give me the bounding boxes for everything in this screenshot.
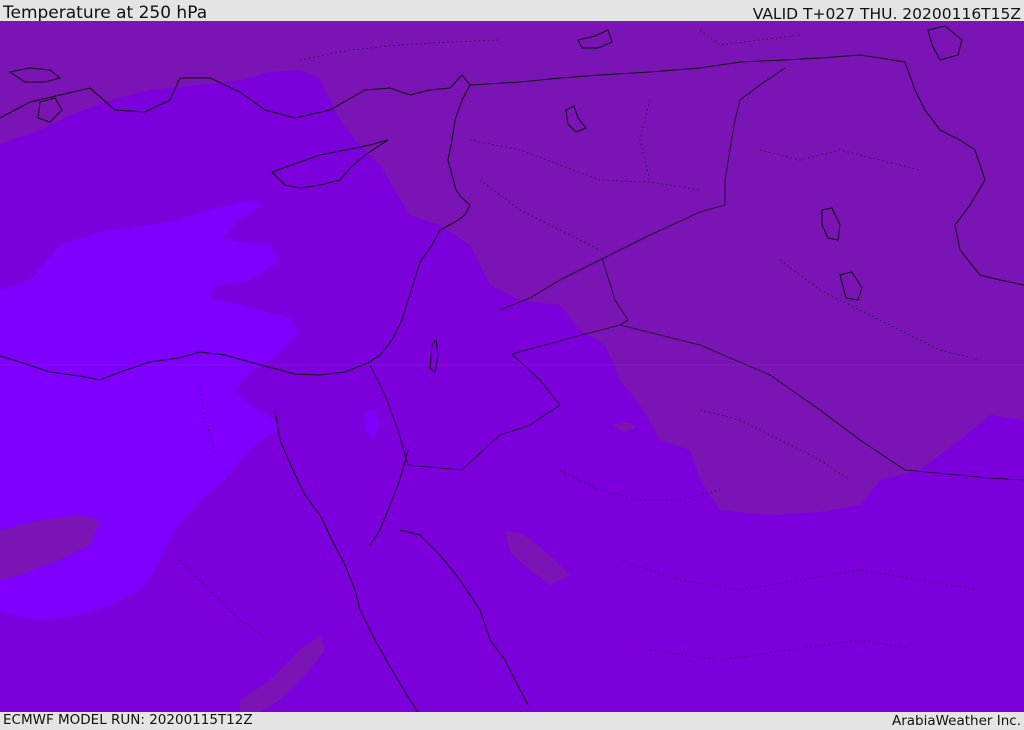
credit-label: ArabiaWeather Inc. [891, 713, 1021, 729]
temperature-map [0, 21, 1024, 712]
model-run-label: ECMWF MODEL RUN: 20200115T12Z [3, 712, 253, 728]
map-footer-bar: ECMWF MODEL RUN: 20200115T12Z ArabiaWeat… [0, 712, 1024, 729]
map-header-bar: Temperature at 250 hPa VALID T+027 THU. … [0, 0, 1024, 23]
map-title: Temperature at 250 hPa [3, 3, 208, 23]
